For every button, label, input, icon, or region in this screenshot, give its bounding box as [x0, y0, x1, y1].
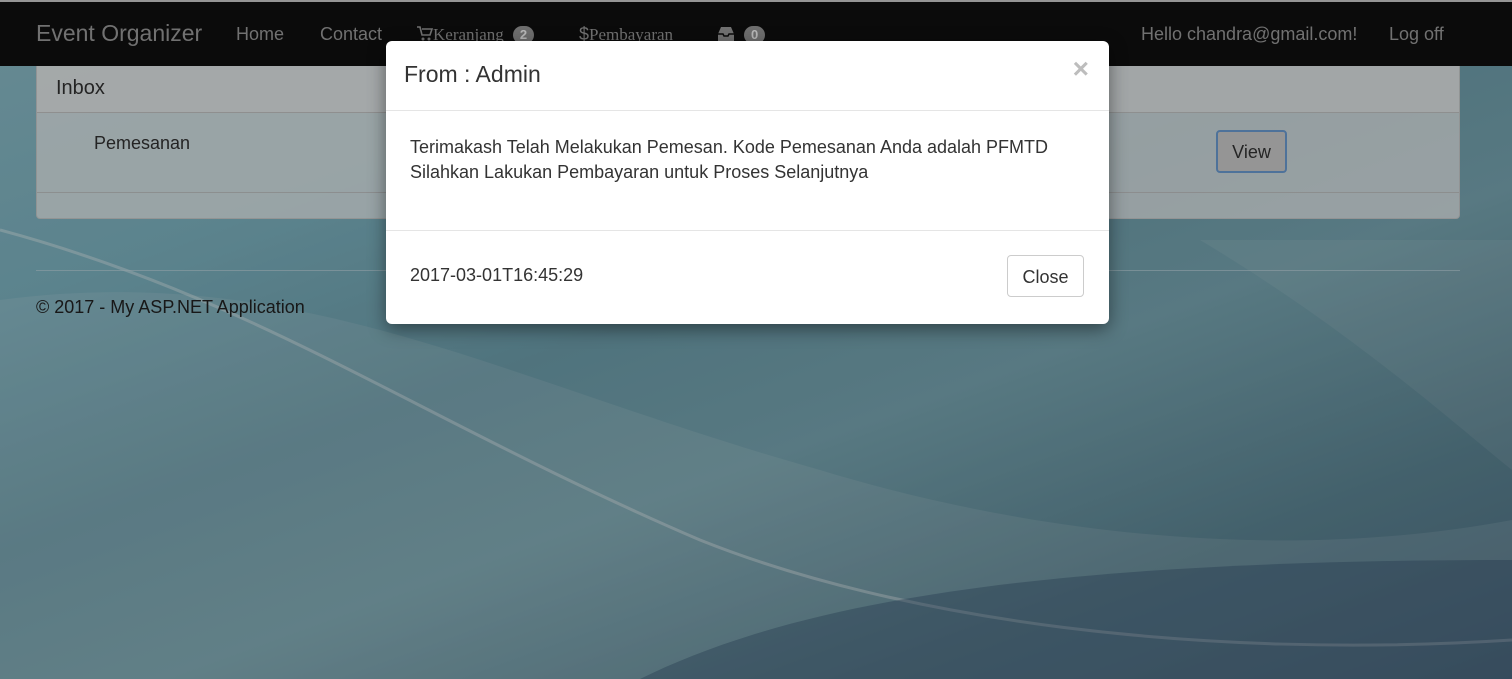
modal-header: From : Admin ×: [386, 41, 1109, 111]
close-button[interactable]: Close: [1007, 255, 1084, 297]
message-date: 2017-03-01T16:45:29: [410, 265, 584, 285]
message-line-2: Silahkan Lakukan Pembayaran untuk Proses…: [410, 162, 869, 182]
modal-footer: 2017-03-01T16:45:29 Close: [386, 230, 1109, 324]
message-modal: From : Admin × Terimakash Telah Melakuka…: [386, 41, 1109, 324]
modal-body: Terimakash Telah Melakukan Pemesan. Kode…: [410, 135, 1070, 185]
close-icon[interactable]: ×: [1073, 55, 1089, 83]
modal-title: From : Admin: [404, 61, 541, 87]
message-line-1: Terimakash Telah Melakukan Pemesan. Kode…: [410, 137, 1049, 157]
